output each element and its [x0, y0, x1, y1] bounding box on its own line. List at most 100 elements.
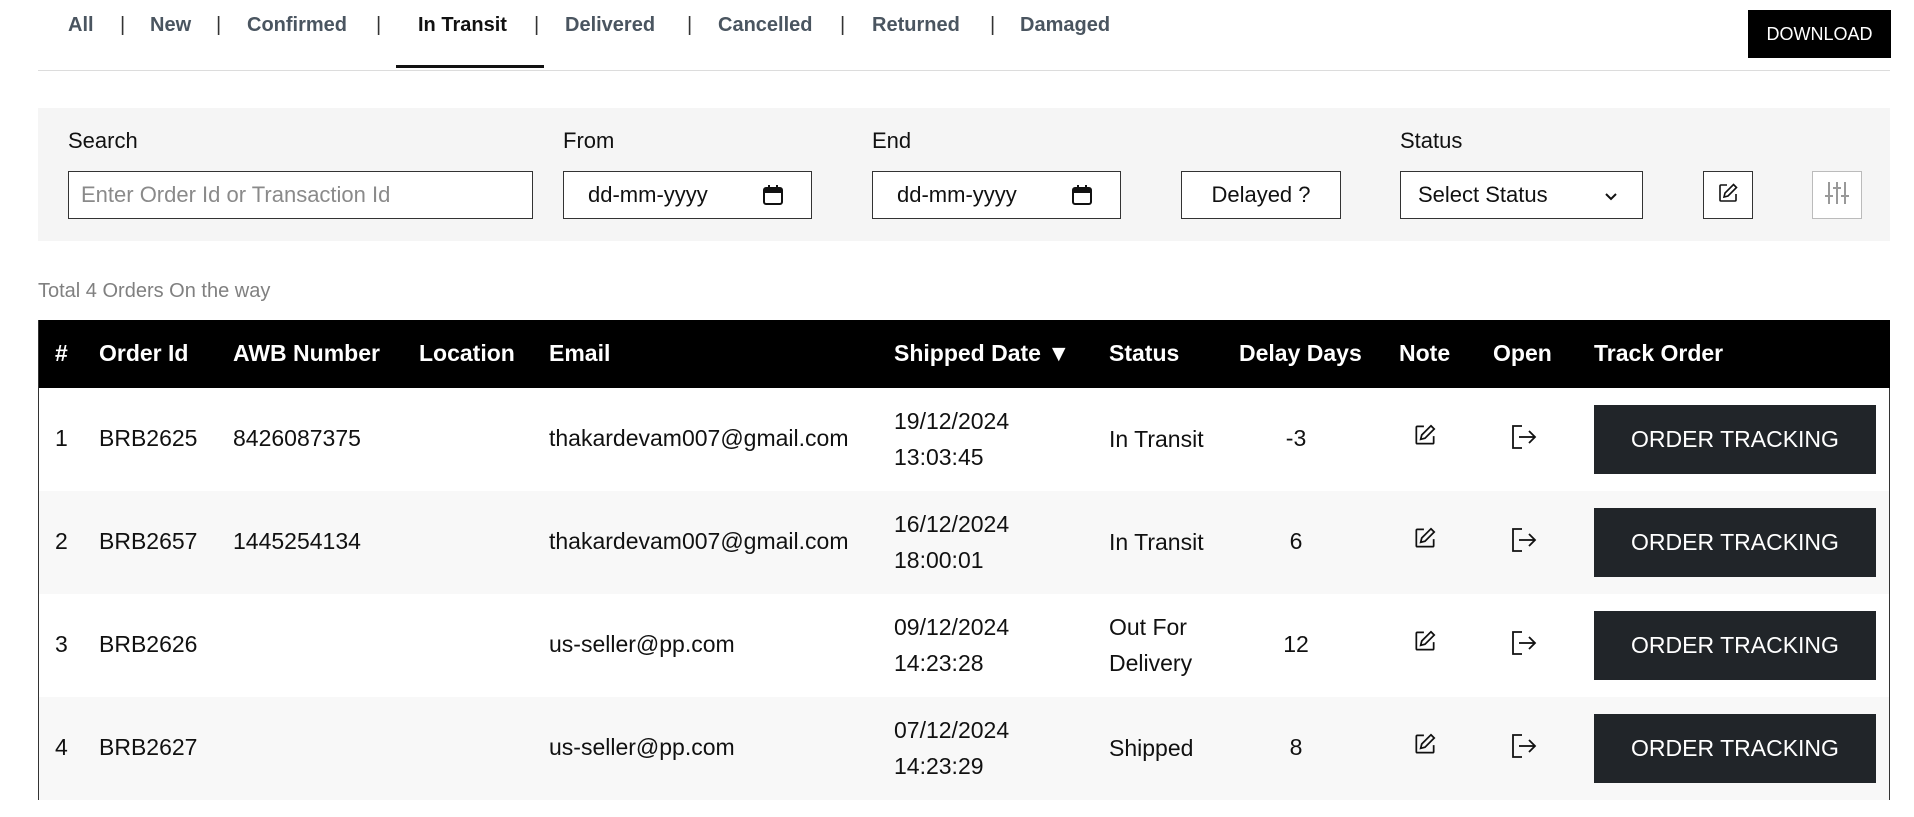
- edit-note-icon[interactable]: [1412, 525, 1438, 556]
- delayed-toggle-button[interactable]: Delayed ?: [1181, 171, 1341, 219]
- table-row: 1 BRB2625 8426087375 thakardevam007@gmai…: [39, 388, 1889, 491]
- row-number: 4: [55, 734, 68, 760]
- header-num: #: [55, 340, 68, 366]
- header-email: Email: [549, 340, 611, 366]
- edit-note-icon[interactable]: [1412, 628, 1438, 659]
- shipped-date-day: 19/12/2024: [894, 408, 1010, 434]
- active-tab-indicator: [396, 65, 544, 68]
- edit-button[interactable]: [1703, 171, 1753, 219]
- order-status: Out For Delivery: [1109, 609, 1192, 681]
- order-status-line: Shipped: [1109, 735, 1194, 761]
- tab-separator: |: [216, 14, 222, 36]
- header-location: Location: [419, 340, 515, 366]
- header-shipped-date[interactable]: Shipped Date ▼: [894, 340, 1070, 367]
- tab-all[interactable]: All: [68, 14, 94, 37]
- status-select-value: Select Status: [1418, 182, 1548, 207]
- download-button[interactable]: DOWNLOAD: [1748, 10, 1891, 58]
- row-number: 1: [55, 425, 68, 451]
- email: thakardevam007@gmail.com: [549, 528, 849, 554]
- order-status: In Transit: [1109, 421, 1204, 457]
- end-label: End: [872, 128, 912, 153]
- tab-separator: |: [534, 14, 540, 36]
- tab-delivered[interactable]: Delivered: [565, 14, 655, 37]
- header-awb: AWB Number: [233, 340, 380, 366]
- order-status: In Transit: [1109, 524, 1204, 560]
- open-external-icon[interactable]: [1508, 422, 1538, 457]
- status-label: Status: [1400, 128, 1463, 153]
- search-label: Search: [68, 128, 138, 153]
- order-tracking-button[interactable]: ORDER TRACKING: [1594, 611, 1876, 680]
- tab-confirmed[interactable]: Confirmed: [247, 14, 347, 37]
- shipped-date-day: 07/12/2024: [894, 717, 1010, 743]
- header-delay-days: Delay Days: [1239, 340, 1362, 366]
- order-status-line: In Transit: [1109, 529, 1204, 555]
- shipped-date-time: 13:03:45: [894, 444, 984, 470]
- row-number: 3: [55, 631, 68, 657]
- tab-returned[interactable]: Returned: [872, 14, 960, 37]
- open-external-icon[interactable]: [1508, 628, 1538, 663]
- tab-in-transit[interactable]: In Transit: [418, 14, 507, 37]
- table-header: # Order Id AWB Number Location Email Shi…: [39, 320, 1890, 388]
- email: us-seller@pp.com: [549, 734, 735, 760]
- edit-note-icon[interactable]: [1412, 422, 1438, 453]
- calendar-icon[interactable]: [761, 183, 785, 213]
- order-status-line: Out For: [1109, 614, 1187, 640]
- shipped-date-time: 14:23:29: [894, 753, 984, 779]
- from-date-value: dd-mm-yyyy: [588, 182, 708, 207]
- shipped-date: 09/12/2024 14:23:28: [894, 609, 1009, 681]
- order-tracking-button[interactable]: ORDER TRACKING: [1594, 405, 1876, 474]
- shipped-date-time: 14:23:28: [894, 650, 984, 676]
- sliders-icon: [1823, 179, 1851, 212]
- shipped-date-time: 18:00:01: [894, 547, 984, 573]
- order-status-line: In Transit: [1109, 426, 1204, 452]
- open-external-icon[interactable]: [1508, 525, 1538, 560]
- tab-cancelled[interactable]: Cancelled: [718, 14, 812, 37]
- order-status-line: Delivery: [1109, 650, 1193, 676]
- table-row: 2 BRB2657 1445254134 thakardevam007@gmai…: [39, 491, 1889, 594]
- order-id: BRB2627: [99, 734, 198, 760]
- tab-separator: |: [376, 14, 382, 36]
- awb-number: 1445254134: [233, 528, 361, 554]
- header-open: Open: [1493, 340, 1552, 366]
- shipped-date-day: 09/12/2024: [894, 614, 1010, 640]
- row-number: 2: [55, 528, 68, 554]
- calendar-icon[interactable]: [1070, 183, 1094, 213]
- order-id: BRB2625: [99, 425, 198, 451]
- orders-table: # Order Id AWB Number Location Email Shi…: [38, 320, 1890, 800]
- email: us-seller@pp.com: [549, 631, 735, 657]
- header-order-id: Order Id: [99, 340, 189, 366]
- shipped-date: 07/12/2024 14:23:29: [894, 712, 1009, 784]
- awb-number: 8426087375: [233, 425, 361, 451]
- order-status: Shipped: [1109, 730, 1193, 766]
- tab-separator: |: [840, 14, 846, 36]
- tab-new[interactable]: New: [150, 14, 191, 37]
- chevron-down-icon: [1602, 186, 1620, 212]
- header-note: Note: [1399, 340, 1451, 366]
- tab-separator: |: [120, 14, 126, 36]
- tab-separator: |: [990, 14, 996, 36]
- status-tabs: All | New | Confirmed | In Transit | Del…: [38, 0, 1890, 71]
- filter-panel: Search Enter Order Id or Transaction Id …: [38, 108, 1890, 241]
- header-track-order: Track Order: [1594, 340, 1724, 366]
- open-external-icon[interactable]: [1508, 731, 1538, 766]
- edit-icon: [1716, 181, 1740, 210]
- order-tracking-button[interactable]: ORDER TRACKING: [1594, 508, 1876, 577]
- tab-separator: |: [687, 14, 693, 36]
- search-input[interactable]: Enter Order Id or Transaction Id: [68, 171, 533, 219]
- status-select[interactable]: Select Status: [1400, 171, 1643, 219]
- tab-damaged[interactable]: Damaged: [1020, 14, 1110, 37]
- table-row: 4 BRB2627 us-seller@pp.com 07/12/2024 14…: [39, 697, 1889, 800]
- orders-summary: Total 4 Orders On the way: [38, 280, 271, 302]
- edit-note-icon[interactable]: [1412, 731, 1438, 762]
- order-id: BRB2657: [99, 528, 198, 554]
- filter-settings-button[interactable]: [1812, 171, 1862, 219]
- email: thakardevam007@gmail.com: [549, 425, 849, 451]
- order-tracking-button[interactable]: ORDER TRACKING: [1594, 714, 1876, 783]
- shipped-date: 19/12/2024 13:03:45: [894, 403, 1009, 475]
- table-row: 3 BRB2626 us-seller@pp.com 09/12/2024 14…: [39, 594, 1889, 697]
- shipped-date: 16/12/2024 18:00:01: [894, 506, 1009, 578]
- end-date-input[interactable]: dd-mm-yyyy: [872, 171, 1121, 219]
- shipped-date-day: 16/12/2024: [894, 511, 1010, 537]
- end-date-value: dd-mm-yyyy: [897, 182, 1017, 207]
- from-date-input[interactable]: dd-mm-yyyy: [563, 171, 812, 219]
